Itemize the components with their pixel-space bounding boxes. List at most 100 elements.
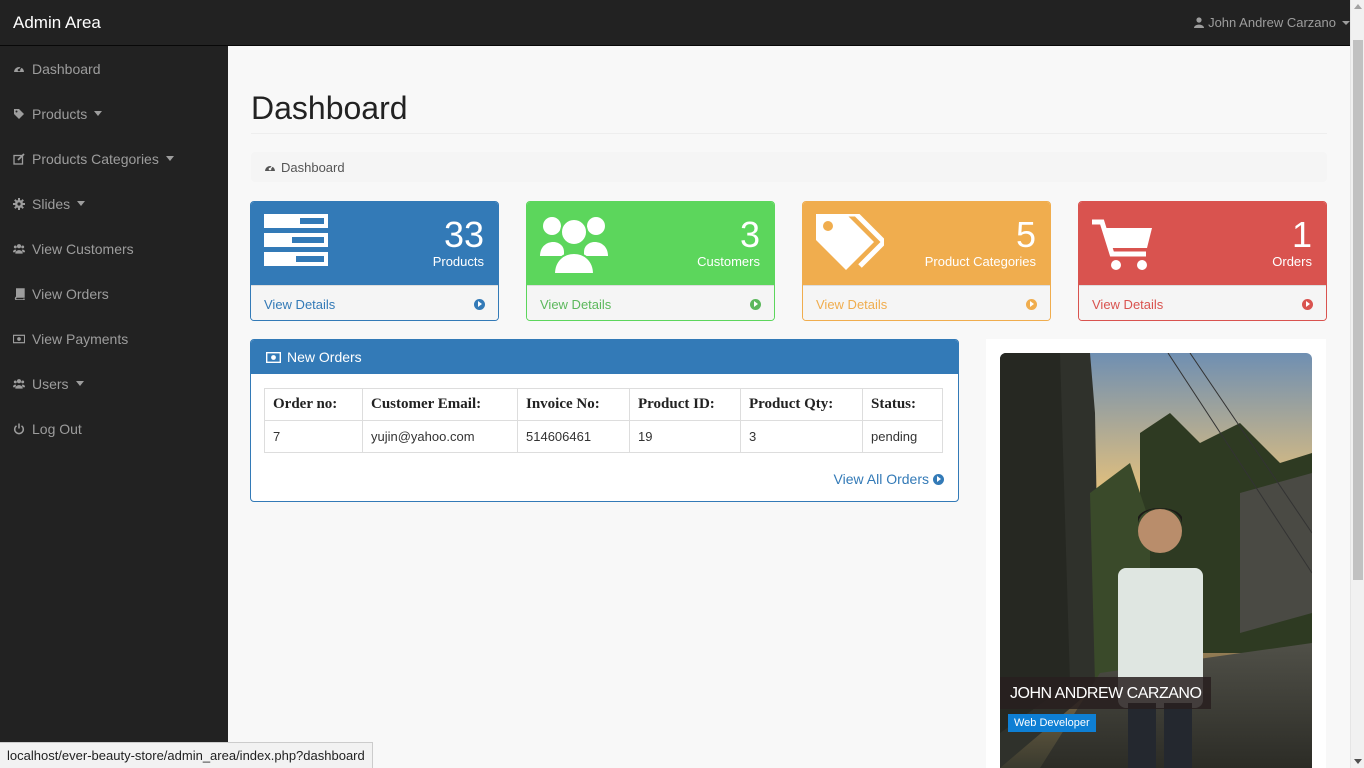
- table-cell: 3: [740, 420, 863, 453]
- sidebar-item-label: View Payments: [32, 330, 129, 347]
- customers-view-details[interactable]: View Details: [527, 285, 774, 320]
- customers-panel: 3 Customers View Details: [526, 201, 775, 321]
- view-details-label: View Details: [540, 296, 612, 312]
- page-scrollbar[interactable]: [1350, 0, 1364, 768]
- view-details-label: View Details: [1092, 296, 1164, 312]
- orders-panel: 1 Orders View Details: [1078, 201, 1327, 321]
- scrollbar-thumb[interactable]: [1353, 40, 1363, 580]
- categories-panel: 5 Product Categories View Details: [802, 201, 1051, 321]
- profile-name: JOHN ANDREW CARZANO: [1010, 685, 1202, 702]
- products-panel: 33 Products View Details: [250, 201, 499, 321]
- arrow-circle-right-icon: [1026, 298, 1037, 310]
- new-orders-panel: New Orders Order no: Customer Email: Inv…: [250, 339, 959, 502]
- page-title: Dashboard: [251, 90, 408, 126]
- profile-name-box: JOHN ANDREW CARZANO: [1000, 677, 1212, 709]
- profile-card: JOHN ANDREW CARZANO Web Developer: [986, 339, 1326, 768]
- column-header: Product Qty:: [740, 388, 863, 421]
- table-cell: 7: [264, 420, 363, 453]
- column-header: Invoice No:: [517, 388, 630, 421]
- sidebar-item-products-categories[interactable]: Products Categories: [0, 136, 228, 181]
- dashboard-icon: [13, 63, 25, 75]
- products-view-details[interactable]: View Details: [251, 285, 498, 320]
- customers-count: 3: [739, 214, 760, 255]
- tasks-icon: [264, 214, 328, 269]
- sidebar-item-dashboard[interactable]: Dashboard: [0, 46, 228, 91]
- sidebar-item-label: Products Categories: [32, 150, 159, 167]
- sidebar: Dashboard Products Products Categories S…: [0, 46, 228, 768]
- scroll-down-arrow-icon[interactable]: [1354, 759, 1362, 764]
- panel-heading: 1 Orders: [1079, 202, 1326, 285]
- categories-view-details[interactable]: View Details: [803, 285, 1050, 320]
- table-cell: pending: [862, 420, 943, 453]
- scroll-up-arrow-icon[interactable]: [1354, 4, 1362, 9]
- sidebar-item-label: Log Out: [32, 420, 82, 437]
- new-orders-title: New Orders: [287, 349, 362, 365]
- browser-status-bar: localhost/ever-beauty-store/admin_area/i…: [0, 742, 373, 768]
- panel-heading: 3 Customers: [527, 202, 774, 285]
- breadcrumb-label: Dashboard: [281, 159, 345, 175]
- user-icon: [1194, 17, 1205, 28]
- orders-count: 1: [1291, 214, 1312, 255]
- sidebar-item-users[interactable]: Users: [0, 361, 228, 406]
- breadcrumb: Dashboard: [251, 152, 1327, 182]
- profile-photo: JOHN ANDREW CARZANO Web Developer: [1000, 353, 1312, 768]
- column-header: Status:: [862, 388, 943, 421]
- view-all-orders-link[interactable]: View All Orders: [834, 471, 944, 487]
- panel-heading: 5 Product Categories: [803, 202, 1050, 285]
- column-header: Customer Email:: [362, 388, 518, 421]
- chevron-down-icon: [1342, 20, 1350, 25]
- power-icon: [13, 423, 25, 435]
- title-divider: [251, 133, 1327, 134]
- gear-icon: [13, 197, 25, 210]
- table-cell: 19: [629, 420, 741, 453]
- view-details-label: View Details: [816, 296, 888, 312]
- table-cell: 514606461: [517, 420, 630, 453]
- sidebar-item-label: Users: [32, 375, 69, 392]
- sidebar-item-label: Products: [32, 105, 88, 122]
- chevron-down-icon: [75, 381, 84, 386]
- sidebar-item-label: Dashboard: [32, 60, 101, 77]
- money-icon: [266, 351, 281, 363]
- customers-label: Customers: [697, 254, 760, 269]
- orders-table: Order no: Customer Email: Invoice No: Pr…: [264, 388, 943, 453]
- sidebar-item-view-customers[interactable]: View Customers: [0, 226, 228, 271]
- sidebar-item-log-out[interactable]: Log Out: [0, 406, 228, 451]
- arrow-circle-right-icon: [750, 298, 761, 310]
- sidebar-item-view-orders[interactable]: View Orders: [0, 271, 228, 316]
- sidebar-item-view-payments[interactable]: View Payments: [0, 316, 228, 361]
- table-header-row: Order no: Customer Email: Invoice No: Pr…: [264, 388, 943, 421]
- new-orders-heading: New Orders: [251, 340, 958, 374]
- column-header: Order no:: [264, 388, 363, 421]
- categories-count: 5: [1015, 214, 1036, 255]
- sidebar-item-label: View Customers: [32, 240, 134, 257]
- arrow-circle-right-icon: [1302, 298, 1313, 310]
- column-header: Product ID:: [629, 388, 741, 421]
- products-count: 33: [443, 214, 484, 255]
- profile-role-badge: Web Developer: [1008, 714, 1096, 732]
- tag-icon: [13, 108, 25, 120]
- sidebar-item-slides[interactable]: Slides: [0, 181, 228, 226]
- panel-heading: 33 Products: [251, 202, 498, 285]
- sidebar-item-products[interactable]: Products: [0, 91, 228, 136]
- orders-label: Orders: [1272, 254, 1312, 269]
- tags-icon: [816, 211, 888, 273]
- users-icon: [13, 378, 25, 390]
- brand-link[interactable]: Admin Area: [13, 13, 101, 33]
- user-menu[interactable]: John Andrew Carzano: [1194, 15, 1350, 30]
- user-name: John Andrew Carzano: [1208, 15, 1336, 30]
- arrow-circle-right-icon: [933, 473, 944, 485]
- chevron-down-icon: [165, 156, 174, 161]
- orders-view-details[interactable]: View Details: [1079, 285, 1326, 320]
- view-details-label: View Details: [264, 296, 336, 312]
- money-icon: [13, 333, 25, 345]
- users-icon: [540, 212, 608, 277]
- main-content: Dashboard Dashboard 33 Products View Det…: [228, 46, 1350, 768]
- sidebar-item-label: Slides: [32, 195, 71, 212]
- categories-label: Product Categories: [924, 254, 1036, 269]
- users-icon: [13, 243, 25, 255]
- products-label: Products: [432, 254, 484, 269]
- book-icon: [13, 287, 25, 300]
- view-all-orders-label: View All Orders: [833, 471, 929, 487]
- chevron-down-icon: [77, 201, 86, 206]
- sidebar-item-label: View Orders: [32, 285, 109, 302]
